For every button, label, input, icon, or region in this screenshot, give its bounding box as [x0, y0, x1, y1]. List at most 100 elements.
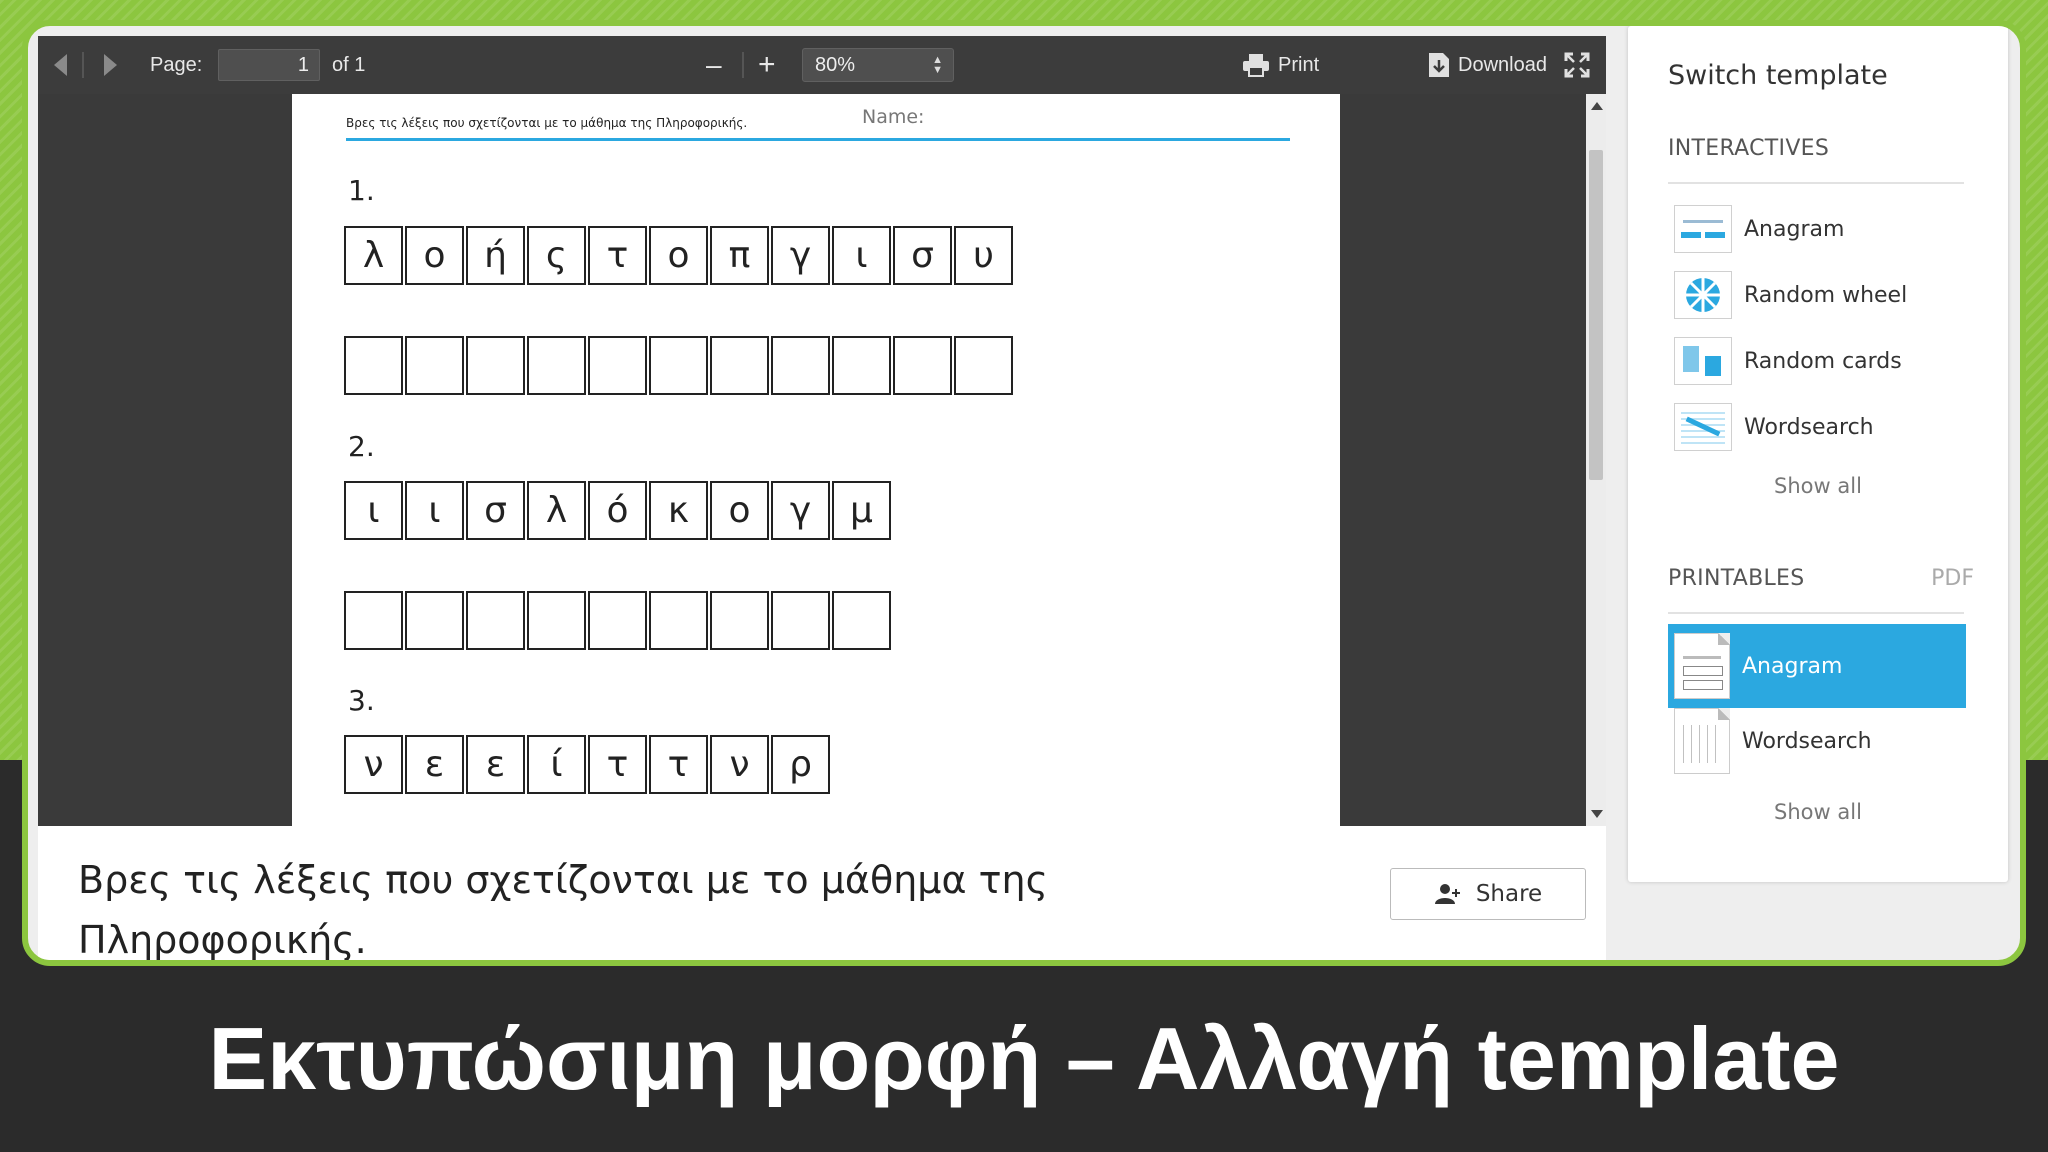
letter-box: ι: [344, 481, 403, 540]
answer-box: [588, 336, 647, 395]
answer-row: [344, 591, 891, 650]
answer-box: [588, 591, 647, 650]
template-label: Wordsearch: [1744, 414, 1874, 440]
show-all-printables[interactable]: Show all: [1628, 800, 2008, 824]
zoom-value: 80%: [815, 54, 856, 76]
letter-box: ρ: [771, 735, 830, 794]
page-label: Page:: [150, 53, 203, 76]
letter-box: λ: [344, 226, 403, 285]
user-icon: [1434, 884, 1460, 904]
printable-anagram-selected[interactable]: Anagram: [1668, 624, 1966, 708]
answer-box: [527, 336, 586, 395]
print-button[interactable]: Print: [1242, 36, 1319, 94]
letter-box: ν: [344, 735, 403, 794]
letter-box: ν: [710, 735, 769, 794]
template-wordsearch[interactable]: Wordsearch: [1674, 400, 1964, 454]
template-label: Random cards: [1744, 348, 1902, 374]
letter-box: σ: [893, 226, 952, 285]
panel-title: Switch template: [1668, 60, 1888, 91]
letter-box: τ: [588, 735, 647, 794]
template-random-cards[interactable]: Random cards: [1674, 334, 1964, 388]
answer-box: [405, 336, 464, 395]
activity-description: Βρες τις λέξεις που σχετίζονται με το μά…: [78, 850, 1078, 962]
pdf-viewer[interactable]: Βρες τις λέξεις που σχετίζονται με το μά…: [38, 94, 1606, 826]
activity-description-area: Βρες τις λέξεις που σχετίζονται με το μά…: [38, 826, 1606, 962]
zoom-select[interactable]: 80% ▲ ▼: [802, 48, 954, 82]
letter-box: σ: [466, 481, 525, 540]
page-number-input[interactable]: 1: [218, 49, 320, 81]
document-icon: [1674, 633, 1730, 699]
slide-caption: Εκτυπώσιμη μορφή – Αλλαγή template: [208, 1009, 1840, 1108]
template-label: Anagram: [1744, 216, 1845, 242]
letter-box: ε: [405, 735, 464, 794]
divider: [1668, 182, 1964, 184]
wheel-icon: [1674, 271, 1732, 319]
letter-box: ι: [405, 481, 464, 540]
switch-template-panel: Switch template INTERACTIVES Anagram Ran…: [1628, 26, 2008, 882]
download-button[interactable]: Download: [1428, 36, 1547, 94]
letter-row: νεείττνρ: [344, 735, 830, 794]
scrollbar[interactable]: [1586, 94, 1606, 826]
fullscreen-button[interactable]: [1564, 36, 1590, 94]
letter-box: ο: [649, 226, 708, 285]
letter-box: ο: [710, 481, 769, 540]
arrow-left-icon: [54, 54, 67, 76]
letter-box: κ: [649, 481, 708, 540]
document-icon: [1674, 708, 1730, 774]
toolbar-divider: [82, 52, 84, 78]
letter-box: π: [710, 226, 769, 285]
answer-box: [710, 591, 769, 650]
interactives-heading: INTERACTIVES: [1668, 136, 1830, 161]
answer-box: [649, 336, 708, 395]
answer-box: [344, 336, 403, 395]
letter-box: ί: [527, 735, 586, 794]
share-label: Share: [1475, 881, 1543, 907]
prev-page-button[interactable]: [54, 36, 67, 94]
app-frame: Page: 1 of 1 – + 80% ▲▼ Print Download: [22, 20, 2026, 966]
zoom-in-button[interactable]: +: [758, 36, 776, 94]
template-label: Random wheel: [1744, 282, 1908, 308]
share-button[interactable]: Share: [1390, 868, 1586, 920]
description-line-1: Βρες τις λέξεις που σχετίζονται με το μά…: [78, 858, 1048, 902]
answer-box: [466, 591, 525, 650]
answer-box: [771, 336, 830, 395]
toolbar-divider: [742, 52, 744, 78]
letter-box: ο: [405, 226, 464, 285]
download-label: Download: [1458, 53, 1547, 76]
next-page-button[interactable]: [104, 36, 117, 94]
answer-box: [832, 336, 891, 395]
letter-box: ό: [588, 481, 647, 540]
template-random-wheel[interactable]: Random wheel: [1674, 268, 1964, 322]
description-line-2: Πληροφορικής.: [78, 918, 367, 962]
zoom-out-button[interactable]: –: [706, 36, 722, 94]
worksheet-page: Βρες τις λέξεις που σχετίζονται με το μά…: [292, 94, 1340, 826]
wordsearch-icon: [1674, 403, 1732, 451]
printable-wordsearch[interactable]: Wordsearch: [1674, 708, 1964, 774]
header-underline: [346, 138, 1290, 141]
question-number: 2.: [348, 430, 375, 463]
answer-box: [710, 336, 769, 395]
scroll-down-icon[interactable]: [1591, 810, 1603, 818]
answer-box: [405, 591, 464, 650]
fullscreen-icon: [1564, 52, 1590, 78]
scroll-up-icon[interactable]: [1591, 102, 1603, 110]
download-icon: [1429, 53, 1449, 77]
arrow-right-icon: [104, 54, 117, 76]
template-anagram[interactable]: Anagram: [1674, 202, 1964, 256]
answer-box: [771, 591, 830, 650]
letter-row: ιισλόκογμ: [344, 481, 891, 540]
printer-icon: [1243, 54, 1269, 77]
name-label: Name:: [862, 106, 925, 128]
answer-box: [832, 591, 891, 650]
worksheet-instructions: Βρες τις λέξεις που σχετίζονται με το μά…: [346, 116, 748, 130]
print-label: Print: [1278, 53, 1320, 76]
printable-label: Anagram: [1742, 653, 1843, 679]
answer-box: [954, 336, 1013, 395]
printable-label: Wordsearch: [1742, 728, 1872, 754]
scroll-thumb[interactable]: [1589, 150, 1603, 480]
show-all-interactives[interactable]: Show all: [1628, 474, 2008, 498]
letter-box: υ: [954, 226, 1013, 285]
letter-box: ς: [527, 226, 586, 285]
page-count: of 1: [332, 53, 366, 76]
letter-box: γ: [771, 481, 830, 540]
